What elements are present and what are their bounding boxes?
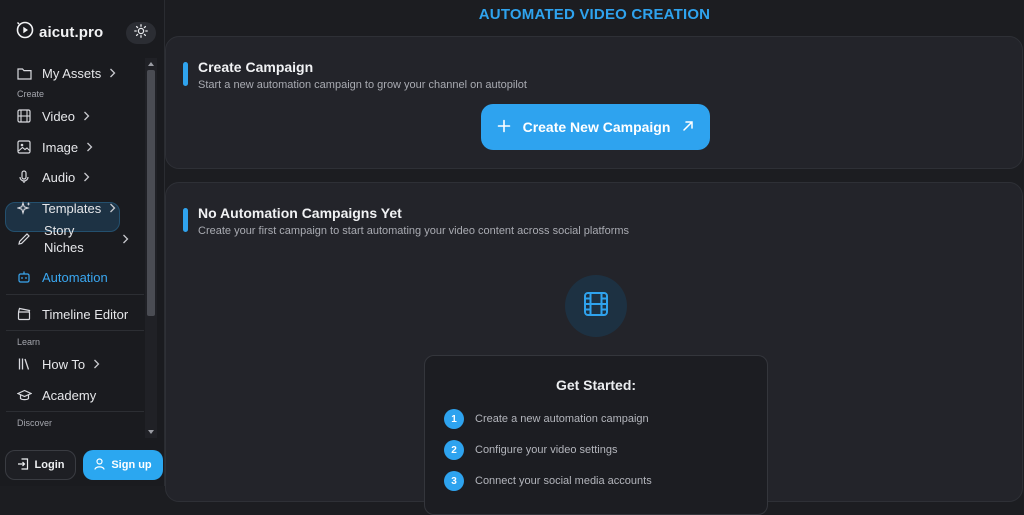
get-started-title: Get Started: <box>555 377 637 393</box>
sparkles-icon <box>16 200 32 216</box>
accent-bar <box>183 62 188 86</box>
section-label-create: Create <box>17 89 45 99</box>
login-label: Login <box>34 459 65 471</box>
folder-icon <box>16 65 32 81</box>
chevron-right-icon <box>109 203 116 213</box>
theme-toggle[interactable] <box>126 22 156 44</box>
chevron-right-icon <box>83 111 90 121</box>
film-icon <box>583 291 609 322</box>
graduation-cap-icon <box>16 387 32 403</box>
sidebar-item-automation[interactable]: Automation <box>10 268 142 286</box>
sidebar-item-video[interactable]: Video <box>10 107 142 125</box>
step-text: Configure your video settings <box>475 444 618 456</box>
signup-button[interactable]: Sign up <box>83 450 163 480</box>
chevron-right-icon <box>83 172 90 182</box>
create-campaign-subtitle: Start a new automation campaign to grow … <box>198 79 527 91</box>
page-title: AUTOMATED VIDEO CREATION <box>478 6 711 23</box>
books-icon <box>16 356 32 372</box>
sidebar-divider <box>6 330 144 331</box>
sidebar-item-story-niches[interactable]: Story Niches <box>10 222 142 256</box>
film-icon <box>16 108 32 124</box>
create-campaign-title: Create Campaign <box>198 59 314 75</box>
sidebar-item-academy[interactable]: Academy <box>10 386 142 404</box>
step-number: 3 <box>444 471 464 491</box>
user-icon <box>94 457 105 473</box>
sidebar-item-image[interactable]: Image <box>10 138 142 156</box>
sidebar: aicut.pro My Assets Create Video Image A… <box>0 0 165 486</box>
image-icon <box>16 139 32 155</box>
empty-state-illustration <box>565 275 627 337</box>
brand-logo[interactable]: aicut.pro <box>16 20 103 44</box>
sidebar-item-label: How To <box>42 356 86 372</box>
sidebar-item-how-to[interactable]: How To <box>10 355 142 373</box>
robot-icon <box>16 269 32 285</box>
login-icon <box>17 457 29 473</box>
empty-campaigns-header: No Automation Campaigns Yet Create your … <box>183 205 629 237</box>
microphone-icon <box>16 169 32 185</box>
get-started-step: 2 Configure your video settings <box>444 440 617 460</box>
pencil-icon <box>16 231 32 247</box>
sidebar-item-templates[interactable]: Templates <box>10 199 142 217</box>
chevron-right-icon <box>93 359 100 369</box>
chevron-right-icon <box>109 68 116 78</box>
sidebar-item-label: Academy <box>42 387 97 403</box>
sidebar-item-audio[interactable]: Audio <box>10 168 142 186</box>
create-campaign-header: Create Campaign Start a new automation c… <box>183 59 527 91</box>
sidebar-item-my-assets[interactable]: My Assets <box>10 64 142 82</box>
sidebar-item-label: Image <box>42 139 79 155</box>
login-button[interactable]: Login <box>5 450 76 480</box>
empty-campaigns-card: No Automation Campaigns Yet Create your … <box>165 182 1023 515</box>
get-started-step: 3 Connect your social media accounts <box>444 471 652 491</box>
sidebar-scrollbar[interactable] <box>145 58 157 438</box>
clapperboard-icon <box>16 306 32 322</box>
sidebar-item-label: My Assets <box>42 65 102 81</box>
section-label-discover: Discover <box>17 418 53 428</box>
play-logo-icon <box>16 21 34 44</box>
sidebar-item-label: Audio <box>42 169 76 185</box>
scrollbar-thumb[interactable] <box>147 70 155 316</box>
scroll-down-arrow-icon[interactable] <box>148 430 154 434</box>
step-text: Connect your social media accounts <box>475 475 652 487</box>
sidebar-item-timeline-editor[interactable]: Timeline Editor <box>10 305 150 323</box>
sun-icon <box>134 23 148 43</box>
auth-buttons: Login Sign up <box>5 450 163 480</box>
get-started-panel: Get Started: 1 Create a new automation c… <box>424 355 768 515</box>
empty-campaigns-subtitle: Create your first campaign to start auto… <box>198 225 630 237</box>
sidebar-item-label: Templates <box>42 200 102 216</box>
brand-name: aicut.pro <box>39 23 104 41</box>
create-new-campaign-button[interactable]: Create New Campaign <box>481 104 710 150</box>
chevron-right-icon <box>122 234 129 244</box>
step-text: Create a new automation campaign <box>475 413 649 425</box>
step-number: 1 <box>444 409 464 429</box>
empty-campaigns-title: No Automation Campaigns Yet <box>198 205 402 221</box>
chevron-right-icon <box>86 142 93 152</box>
step-number: 2 <box>444 440 464 460</box>
sidebar-item-label: Story Niches <box>44 223 84 255</box>
signup-label: Sign up <box>111 459 152 471</box>
sidebar-item-label: Automation <box>42 269 108 285</box>
create-new-campaign-label: Create New Campaign <box>522 119 671 135</box>
scroll-up-arrow-icon[interactable] <box>148 62 154 66</box>
section-label-learn: Learn <box>17 337 41 347</box>
accent-bar <box>183 208 188 232</box>
create-campaign-card: Create Campaign Start a new automation c… <box>165 36 1023 169</box>
sidebar-item-label: Video <box>42 108 76 124</box>
plus-icon <box>497 119 511 136</box>
sidebar-divider <box>6 294 144 295</box>
arrow-up-right-icon <box>682 119 694 135</box>
sidebar-item-label: Timeline Editor <box>42 306 129 322</box>
get-started-step: 1 Create a new automation campaign <box>444 409 649 429</box>
sidebar-divider <box>6 411 144 412</box>
